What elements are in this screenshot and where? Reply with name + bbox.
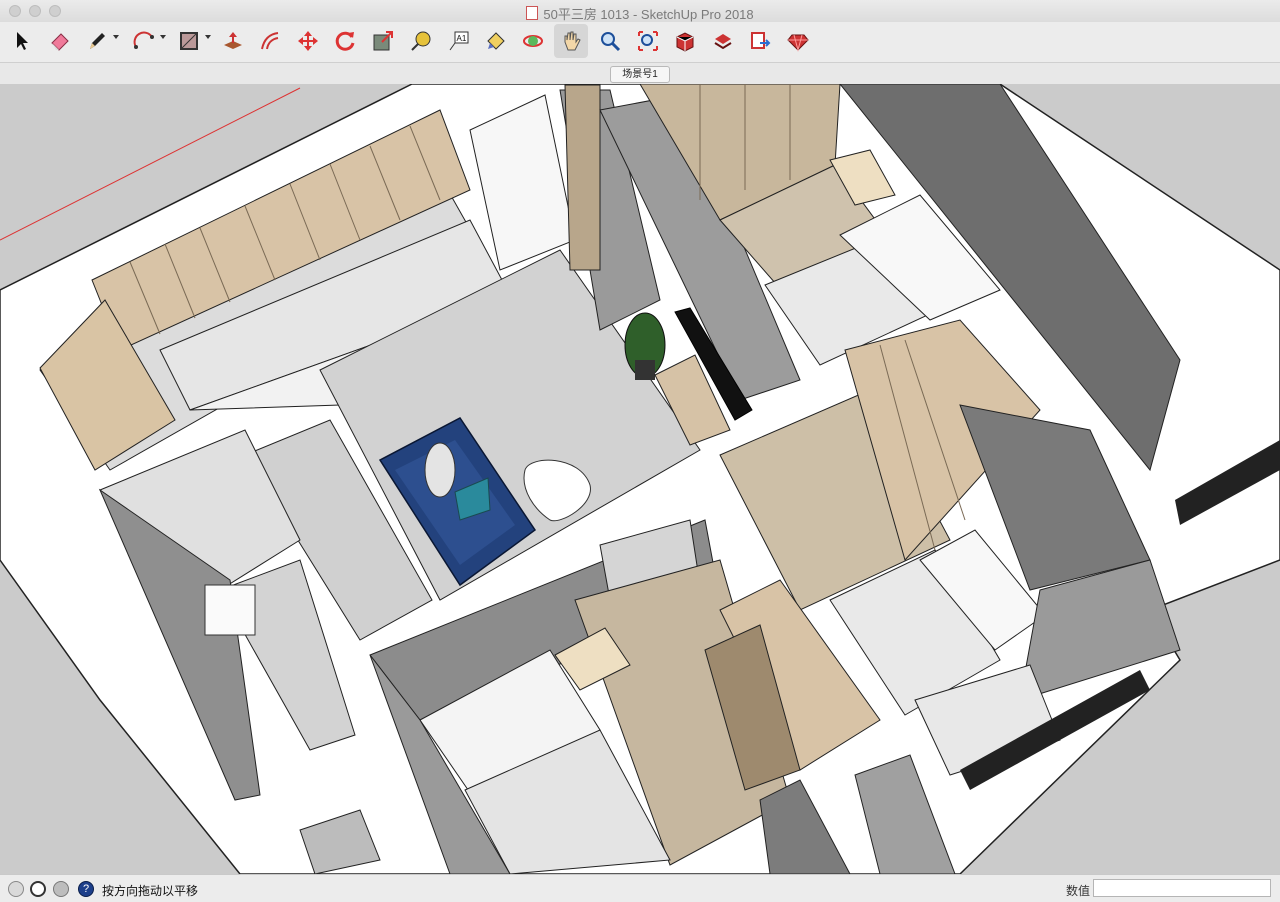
scene-tabs-bar: 场景号1 (0, 62, 1280, 86)
measurements-input[interactable] (1093, 879, 1271, 897)
main-toolbar: A1 (0, 22, 1280, 62)
extension-manager-tool-button[interactable] (781, 24, 815, 58)
rotate-icon (335, 31, 355, 51)
scale-icon (373, 31, 393, 51)
status-hint-text: 按方向拖动以平移 (102, 884, 199, 898)
rotate-tool-button[interactable] (328, 24, 362, 58)
scene-tab-1[interactable]: 场景号1 (610, 66, 670, 83)
orbit-icon (523, 35, 543, 47)
paint-bucket-tool-button[interactable] (479, 24, 513, 58)
line-tool-dropdown[interactable] (113, 35, 119, 39)
arc-tool-dropdown[interactable] (160, 35, 166, 39)
geo-location-icon[interactable] (8, 881, 24, 897)
zoom-extents-tool-button[interactable] (631, 24, 665, 58)
push-pull-icon (224, 32, 242, 49)
send-to-layout-tool-button[interactable] (743, 24, 777, 58)
send-to-layout-icon (751, 32, 771, 49)
window-titlebar: 50平三房 1013 - SketchUp Pro 2018 (0, 0, 1280, 22)
instructor-help-icon[interactable]: ? (78, 881, 94, 897)
hand-icon (564, 31, 581, 51)
rectangle-icon (180, 32, 198, 50)
credits-icon[interactable] (30, 881, 46, 897)
warehouse-icon (676, 32, 694, 52)
zoom-extents-icon (638, 31, 658, 51)
extension-warehouse-icon (714, 34, 732, 50)
offset-icon (261, 32, 279, 50)
orbit-tool-button[interactable] (516, 24, 550, 58)
window-title-text: 50平三房 1013 - SketchUp Pro 2018 (543, 7, 754, 22)
offset-tool-button[interactable] (253, 24, 287, 58)
3d-warehouse-tool-button[interactable] (668, 24, 702, 58)
window-title: 50平三房 1013 - SketchUp Pro 2018 (0, 4, 1280, 23)
tape-measure-icon (411, 31, 431, 51)
status-bar: ? 按方向拖动以平移 数值 (0, 874, 1280, 902)
user-account-icon[interactable] (53, 881, 69, 897)
arc-icon (133, 31, 154, 49)
tape-measure-tool-button[interactable] (404, 24, 438, 58)
text-tool-button[interactable]: A1 (442, 24, 476, 58)
eraser-tool-button[interactable] (43, 24, 77, 58)
pan-tool-button[interactable] (554, 24, 588, 58)
ruby-gem-icon (787, 34, 809, 52)
extension-warehouse-tool-button[interactable] (706, 24, 740, 58)
svg-text:A1: A1 (457, 34, 467, 43)
magnifier-icon (601, 32, 621, 52)
model-viewport[interactable] (0, 84, 1280, 874)
arrow-cursor-icon (17, 32, 28, 50)
line-tool-button[interactable] (80, 24, 114, 58)
select-tool-button[interactable] (5, 24, 39, 58)
scale-tool-button[interactable] (366, 24, 400, 58)
move-arrows-icon (298, 31, 318, 51)
move-tool-button[interactable] (291, 24, 325, 58)
text-a1-icon: A1 (449, 31, 469, 51)
paint-bucket-icon (487, 32, 505, 50)
rectangle-tool-button[interactable] (172, 24, 206, 58)
floorplan-model-render (0, 84, 1280, 874)
eraser-icon (51, 33, 69, 51)
rectangle-tool-dropdown[interactable] (205, 35, 211, 39)
measurements-label: 数值 (1066, 884, 1091, 898)
push-pull-tool-button[interactable] (216, 24, 250, 58)
document-icon (526, 6, 539, 20)
pencil-icon (90, 33, 105, 49)
arc-tool-button[interactable] (127, 24, 161, 58)
zoom-tool-button[interactable] (593, 24, 627, 58)
